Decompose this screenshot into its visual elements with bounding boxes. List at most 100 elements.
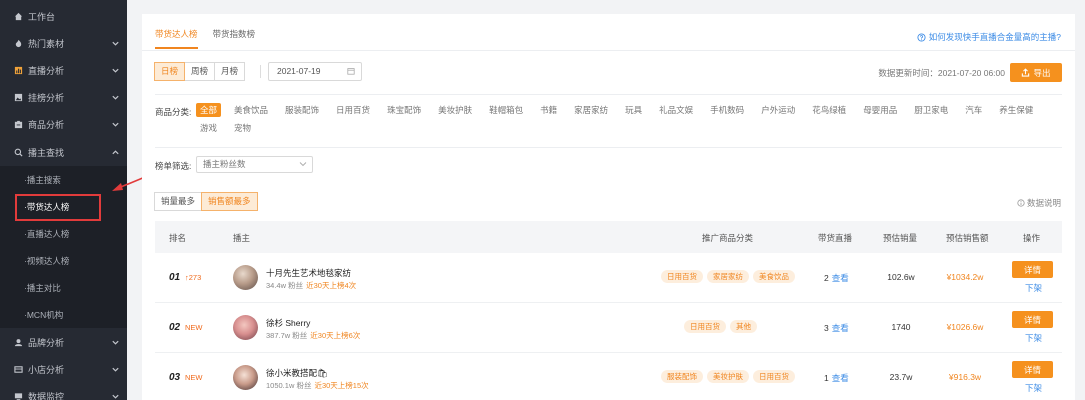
sidebar-item-label: 商品分析 bbox=[28, 120, 65, 130]
detail-button[interactable]: 详情 bbox=[1012, 361, 1053, 378]
rank-change: ↑273 bbox=[185, 273, 202, 282]
chevron-down-icon bbox=[112, 41, 119, 46]
chevron-up-icon bbox=[112, 150, 119, 155]
category-option[interactable]: 养生保健 bbox=[995, 103, 1037, 117]
category-option[interactable]: 服装配饰 bbox=[281, 103, 323, 117]
period-day-button[interactable]: 日榜 bbox=[154, 62, 186, 81]
sidebar-item-hot-material[interactable]: 热门素材 bbox=[0, 30, 127, 57]
export-button[interactable]: 导出 bbox=[1010, 63, 1062, 82]
sidebar-sub-mcn[interactable]: · MCN机构 bbox=[0, 301, 127, 328]
category-tag: 日用百货 bbox=[684, 320, 726, 333]
chevron-down-icon bbox=[112, 122, 119, 127]
brand-icon bbox=[14, 338, 23, 347]
category-option[interactable]: 宠物 bbox=[230, 121, 255, 135]
category-tag: 服装配饰 bbox=[661, 370, 703, 383]
category-option[interactable]: 礼品文娱 bbox=[655, 103, 697, 117]
category-option[interactable]: 母婴用品 bbox=[859, 103, 901, 117]
filter-label: 榜单筛选: bbox=[155, 161, 192, 171]
monitor-icon bbox=[14, 392, 23, 400]
off-shelf-link[interactable]: 下架 bbox=[1025, 382, 1042, 394]
chevron-down-icon bbox=[112, 68, 119, 73]
sidebar-item-brand-analysis[interactable]: 品牌分析 bbox=[0, 329, 127, 356]
est-amount: ¥916.3w bbox=[948, 372, 982, 382]
category-option[interactable]: 汽车 bbox=[961, 103, 986, 117]
view-live-link[interactable]: 查看 bbox=[832, 373, 849, 383]
category-option[interactable]: 珠宝配饰 bbox=[383, 103, 425, 117]
category-tag: 日用百货 bbox=[753, 370, 795, 383]
category-option[interactable]: 全部 bbox=[196, 103, 222, 117]
category-tag: 家居家纺 bbox=[707, 270, 749, 283]
avatar[interactable] bbox=[233, 315, 258, 340]
sidebar-item-rank-analysis[interactable]: 挂榜分析 bbox=[0, 84, 127, 111]
sidebar-item-label: 品牌分析 bbox=[28, 338, 65, 348]
tab-divider bbox=[142, 50, 1075, 51]
sidebar-item-label: 挂榜分析 bbox=[28, 93, 65, 103]
question-icon bbox=[917, 32, 926, 42]
category-option[interactable]: 手机数码 bbox=[706, 103, 748, 117]
tab-sales-index[interactable]: 带货指数榜 bbox=[213, 28, 256, 49]
search-icon bbox=[14, 148, 23, 157]
category-option[interactable]: 书籍 bbox=[536, 103, 561, 117]
info-icon bbox=[1017, 199, 1025, 207]
category-option[interactable]: 美食饮品 bbox=[230, 103, 272, 117]
period-month-button[interactable]: 月榜 bbox=[214, 62, 246, 81]
rank-number: 01 bbox=[169, 272, 181, 283]
col-sales: 预估销量 bbox=[883, 233, 918, 243]
sidebar-item-workspace[interactable]: 工作台 bbox=[0, 3, 127, 30]
rank-change: NEW bbox=[185, 323, 203, 332]
off-shelf-link[interactable]: 下架 bbox=[1025, 332, 1042, 344]
help-link[interactable]: 如何发现快手直播合金量高的主播? bbox=[917, 31, 1061, 43]
image-icon bbox=[14, 93, 23, 102]
avatar[interactable] bbox=[233, 265, 258, 290]
tab-sales-rank[interactable]: 带货达人榜 bbox=[155, 28, 198, 49]
live-count: 2 查看 bbox=[824, 273, 849, 283]
sidebar-item-product-analysis[interactable]: 商品分析 bbox=[0, 111, 127, 138]
est-amount: ¥1034.2w bbox=[946, 272, 984, 282]
export-icon bbox=[1022, 68, 1030, 77]
sidebar-item-data-monitor[interactable]: 数据监控 bbox=[0, 383, 127, 400]
category-option[interactable]: 鞋帽箱包 bbox=[485, 103, 527, 117]
host-fans: 1050.1w 粉丝 近30天上榜15次 bbox=[266, 381, 369, 390]
category-option[interactable]: 美妆护肤 bbox=[434, 103, 476, 117]
category-option[interactable]: 游戏 bbox=[196, 121, 221, 135]
host-name[interactable]: 徐小米教搭配🛍 bbox=[266, 367, 328, 379]
sidebar-item-host-search[interactable]: 播主查找 bbox=[0, 139, 127, 166]
update-time: 数据更新时间：2021-07-20 06:00 bbox=[878, 68, 1005, 78]
sort-by-amount-button[interactable]: 销售额最多 bbox=[201, 192, 258, 211]
period-week-button[interactable]: 周榜 bbox=[184, 62, 216, 81]
sidebar-sub-host-compare[interactable]: · 播主对比 bbox=[0, 274, 127, 301]
host-name[interactable]: 徐杉 Sherry bbox=[266, 317, 310, 329]
date-picker[interactable]: 2021-07-19 bbox=[268, 62, 362, 81]
category-option[interactable]: 家居家纺 bbox=[570, 103, 612, 117]
calendar-icon bbox=[347, 68, 355, 75]
category-tag: 美食饮品 bbox=[753, 270, 795, 283]
view-live-link[interactable]: 查看 bbox=[832, 323, 849, 333]
detail-button[interactable]: 详情 bbox=[1012, 261, 1053, 278]
category-option[interactable]: 厨卫家电 bbox=[910, 103, 952, 117]
sidebar-sub-host-search[interactable]: · 播主搜索 bbox=[0, 166, 127, 193]
detail-button[interactable]: 详情 bbox=[1012, 311, 1053, 328]
sidebar-item-label: 工作台 bbox=[28, 12, 56, 22]
sort-by-volume-button[interactable]: 销量最多 bbox=[154, 192, 203, 211]
home-icon bbox=[14, 12, 23, 21]
view-live-link[interactable]: 查看 bbox=[832, 273, 849, 283]
category-option[interactable]: 花鸟绿植 bbox=[808, 103, 850, 117]
divider bbox=[155, 94, 1062, 95]
off-shelf-link[interactable]: 下架 bbox=[1025, 282, 1042, 294]
chevron-down-icon bbox=[112, 95, 119, 100]
sidebar-sub-live-rank[interactable]: · 直播达人榜 bbox=[0, 220, 127, 247]
chevron-down-icon bbox=[112, 394, 119, 399]
category-option[interactable]: 日用百货 bbox=[332, 103, 374, 117]
data-note-link[interactable]: 数据说明 bbox=[1017, 197, 1061, 209]
filter-select[interactable]: 播主粉丝数 bbox=[196, 156, 313, 173]
sidebar-item-live-analysis[interactable]: 直播分析 bbox=[0, 57, 127, 84]
sidebar-sub-video-rank[interactable]: · 视频达人榜 bbox=[0, 247, 127, 274]
avatar[interactable] bbox=[233, 365, 258, 390]
table-row: 02 NEW 徐杉 Sherry 387.7w 粉丝 近30天上榜6次 日用百货 … bbox=[155, 303, 1062, 353]
sidebar-item-store-analysis[interactable]: 小店分析 bbox=[0, 356, 127, 383]
rank-number: 03 bbox=[169, 372, 181, 383]
category-option[interactable]: 户外运动 bbox=[757, 103, 799, 117]
host-name[interactable]: 十月先生艺术地毯家纺 bbox=[266, 267, 351, 279]
est-sales: 1740 bbox=[891, 322, 911, 332]
category-option[interactable]: 玩具 bbox=[621, 103, 646, 117]
